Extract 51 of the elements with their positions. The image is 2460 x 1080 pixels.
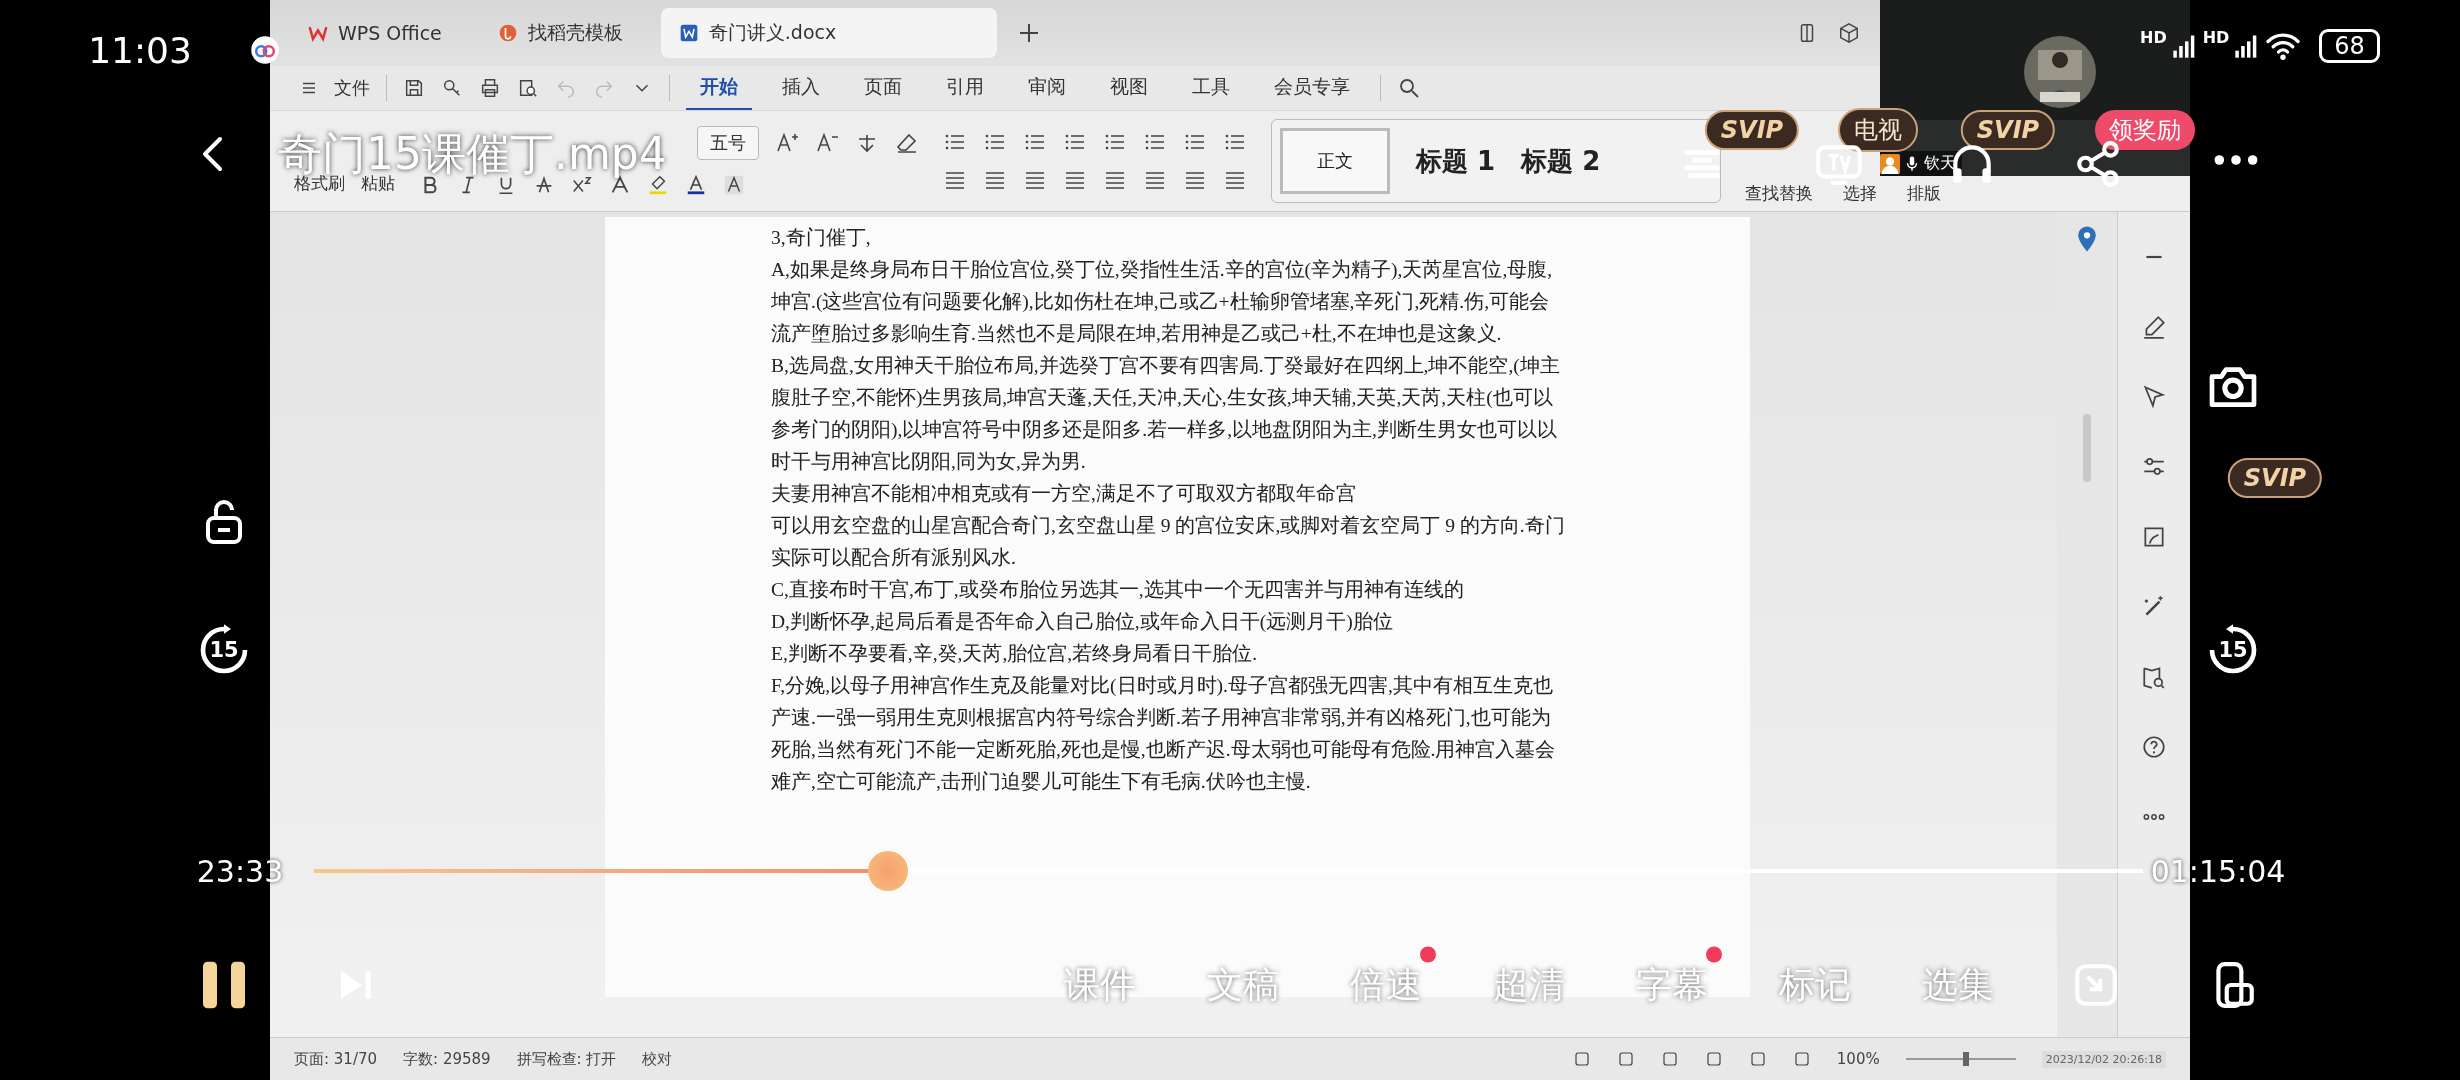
ribbon-button[interactable]: 排版	[1907, 182, 1941, 205]
paragraph: E,判断不孕要看,辛,癸,天芮,胎位宫,若终身局看日干胎位.	[771, 642, 1259, 666]
paragraph: 夫妻用神宫不能相冲相克或有一方空,满足不了可取双方都取年命宫	[771, 482, 1357, 506]
player-option[interactable]: 超清	[1493, 960, 1565, 1010]
style-preset[interactable]: 标题 1	[1416, 143, 1496, 179]
rewind-button[interactable]: 15	[196, 622, 252, 678]
forward-button[interactable]: 15	[2205, 622, 2261, 678]
badge-label: 领奖励	[2095, 110, 2195, 150]
spell-check-toggle[interactable]: 拼写检查: 打开	[516, 1049, 617, 1069]
document-tab[interactable]: 奇门讲义.docx	[660, 8, 997, 58]
paragraph: C,直接布时干宫,布丁,或癸布胎位另选其一,选其中一个无四害并与用神有连线的	[771, 578, 1465, 602]
file-menu[interactable]: 文件	[334, 76, 370, 100]
page-count: 页面: 31/70	[294, 1049, 378, 1069]
ribbon-tab[interactable]: 引用	[932, 65, 998, 111]
clock-time: 11:03	[88, 29, 192, 71]
paragraph: 3,奇门催丁,	[771, 226, 872, 250]
style-preset[interactable]: 正文	[1280, 128, 1390, 194]
player-option[interactable]: 倍速	[1350, 960, 1422, 1010]
ribbon-tab[interactable]: 页面	[850, 65, 916, 111]
paragraph: D,判断怀孕,起局后看是否年命入自己胎位,或年命入日干(远测月干)胎位	[771, 610, 1394, 634]
paragraph: 可以用玄空盘的山星宫配合奇门,玄空盘山星 9 的宫位安床,或脚对着玄空局丁 9 的方向.奇门 实际可以配合所有派别风水.	[771, 514, 1566, 570]
badge-label: SVIP	[1704, 110, 1800, 150]
zoom-level[interactable]: 100%	[1836, 1050, 1880, 1068]
system-clock: 2023/12/02 20:26:18	[2041, 1050, 2166, 1068]
style-preset[interactable]: 标题 2	[1521, 143, 1601, 179]
ribbon-tab[interactable]: 插入	[768, 65, 834, 111]
paste-button[interactable]: 粘贴	[361, 171, 395, 195]
paragraph: A,如果是终身局布日干胎位宫位,癸丁位,癸指性生活.辛的宫位(辛为精子),天芮星宫位,母腹, 坤宫.(这些宫位有问题要化解),比如伤杜在坤,己或乙+杜输卵管堵塞,辛死门,死精.伤,可能会 流产堕胎过多影响生育.当然也不是局限在坤,若用神是乙或己+杜,不在坤也是这象义.	[771, 258, 1554, 346]
ribbon-tab[interactable]: 工具	[1178, 65, 1244, 111]
ribbon-tab[interactable]: 会员专享	[1260, 65, 1364, 111]
ribbon-tab[interactable]: 审阅	[1014, 65, 1080, 111]
network-type: HD	[2140, 28, 2167, 47]
proofread-button[interactable]: 校对	[642, 1049, 673, 1069]
size-dropdown[interactable]: 五号	[697, 126, 759, 160]
player-option[interactable]: 选集	[1922, 960, 1994, 1010]
document-tab[interactable]: WPS Office	[290, 10, 460, 56]
battery-level: 68	[2319, 29, 2380, 63]
player-option[interactable]: 课件	[1064, 960, 1136, 1010]
speaker-name: 钦天	[1924, 153, 1956, 174]
network-type: HD	[2202, 28, 2230, 47]
ribbon-button[interactable]: 查找替换	[1745, 182, 1813, 205]
paragraph: F,分娩,以母子用神宫作生克及能量对比(日时或月时).母子宫都强无四害,其中有相互生克也 产速.一强一弱用生克则根据宫内符号综合判断.若子用神宫非常弱,并有凶格死门,也可能为 死胎,当然有死门不能一定断死胎,死也是慢,也断产迟.母太弱也可能母有危险.用神宫入墓会 难产,空亡可能流产,击刑门迫婴儿可能生下有毛病.伏吟也主慢.	[771, 674, 1557, 794]
document-tab[interactable]: 找稻壳模板	[479, 8, 641, 58]
player-option[interactable]: 标记	[1779, 960, 1851, 1010]
player-option[interactable]: 字幕	[1636, 960, 1708, 1010]
player-option[interactable]: 文稿	[1207, 960, 1279, 1010]
badge-label: SVIP	[2227, 458, 2323, 498]
ribbon-button[interactable]: 选择	[1843, 182, 1877, 205]
word-count[interactable]: 字数: 29589	[403, 1049, 491, 1069]
ribbon-tab[interactable]: 视图	[1096, 65, 1162, 111]
paragraph: B,选局盘,女用神天干胎位布局,并选癸丁宫不要有四害局.丁癸最好在四纲上,坤不能空,(坤主 腹肚子空,不能怀)生男孩局,坤宫天蓬,天任,天冲,天心,生女孩,坤天辅,天英,天芮,天柱(也可以 参考门的阴阳),以坤宫符号中阴多还是阳多.若一样多,以地盘阴阳为主,判断生男女也可以以 时干与用神宫比阴阳,同为女,异为男.	[771, 354, 1561, 474]
